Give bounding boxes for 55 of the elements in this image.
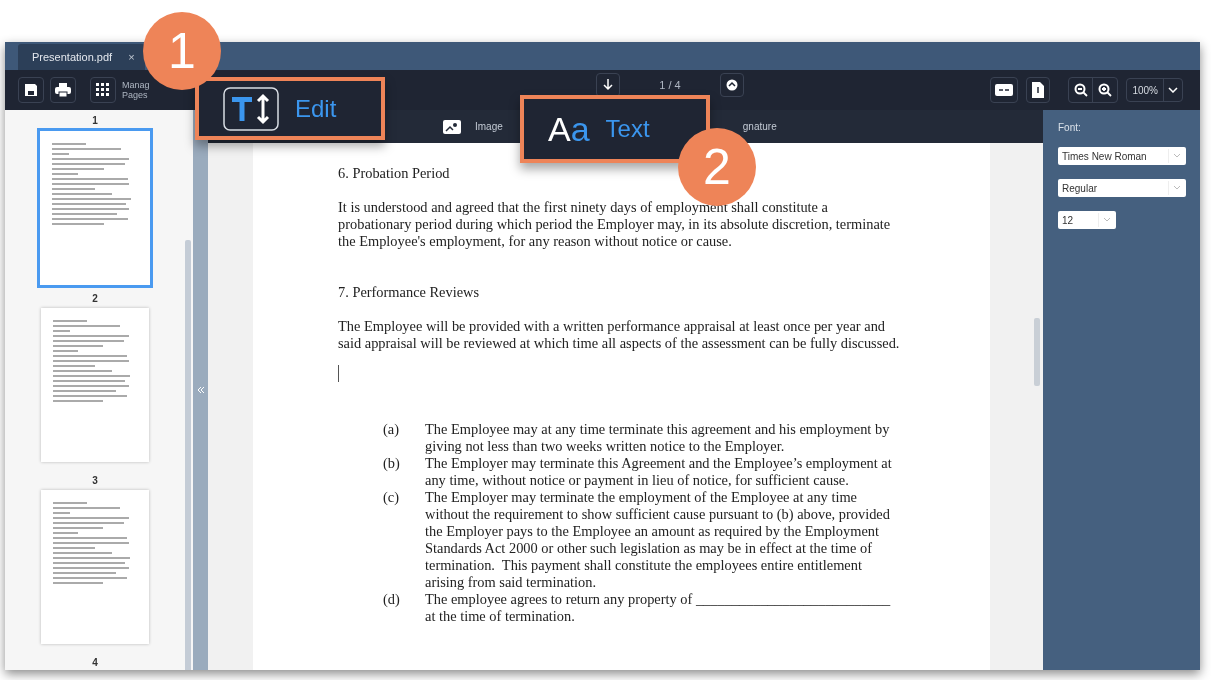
page-number: 1 [92,114,98,128]
list-label: (c) [383,489,400,507]
collapse-icon [196,386,205,394]
printer-icon [55,83,71,97]
page-number: 2 [92,292,98,306]
grid-icon [96,83,110,97]
font-size-dropdown[interactable]: 12 [1058,211,1116,229]
tab-title: Presentation.pdf [32,49,113,65]
save-button[interactable] [18,77,44,103]
list-label: (a) [383,421,400,439]
list-item-text: The Employee may at any time terminate this agreement and his employment by giving not less than two weeks written notice to the Employer. [425,421,890,455]
list-item-text: The employee agrees to return any property of ___________________________ at the time of termination. [425,591,891,625]
scrollbar-thumb[interactable] [1034,318,1040,386]
callout-label: Text [605,114,650,144]
list-item-text: The Employer may terminate this Agreement and the Employee’s employment at any time, without notice or payment in lieu of notice, for sufficient cause. [425,455,892,489]
scrollbar-thumb[interactable] [185,240,191,670]
page-number: 3 [92,474,98,488]
sidebar-collapse-bar[interactable] [193,110,208,670]
font-icon: Aa [548,111,590,147]
font-label: Font: [1058,121,1082,135]
text-cursor [338,365,339,382]
zoom-in-icon [1098,83,1113,97]
zoom-out-icon [1073,83,1088,97]
page-indicator: 1 / 4 [658,77,682,93]
save-icon [24,83,38,97]
fit-width-button[interactable] [990,77,1019,103]
section-heading: 6. Probation Period [338,165,451,182]
fit-width-icon [995,84,1014,96]
paragraph: The Employee will be provided with a written performance appraisal at least once per year and said appraisal will be reviewed at which time all aspects of the assessment can be fully discussed. [338,318,900,352]
page-thumbnail[interactable] [41,490,149,644]
tool-button[interactable]: Image [443,119,503,134]
previous-page-button[interactable] [719,73,744,97]
section-heading: 7. Performance Reviews [338,284,481,301]
zoom-dropdown[interactable]: 100% [1126,78,1183,102]
manage-pages-button[interactable] [90,77,116,103]
chevron-up-icon [725,79,738,91]
list-label: (b) [383,455,401,473]
image-icon [443,119,461,134]
arrow-down-icon [602,79,613,91]
font-family-dropdown[interactable]: Times New Roman [1058,147,1186,165]
font-style-dropdown[interactable]: Regular [1058,179,1186,197]
page-number: 4 [92,656,98,670]
page-thumbnail[interactable] [37,128,153,288]
page-icon [1032,82,1045,98]
close-icon[interactable]: × [128,48,135,66]
list-label: (d) [383,591,401,609]
fit-page-button[interactable] [1026,77,1051,103]
text-resize-icon [223,86,279,131]
list-item-text: The Employer may terminate the employment of the Employee at any time without the requirement to show sufficient cause pursuant to (b) above, provided the Employer pays to the Employee an amount as required by the Employment Standards Act 2000 or other such legislation as may be in effect at the time of termination. This payment shall constitute the employees entire entitlement arising from said termination. [425,489,890,591]
document-tab[interactable]: Presentation.pdf × [18,44,145,70]
print-button[interactable] [50,77,76,103]
chevron-down-icon [1168,87,1178,93]
manage-pages-label[interactable]: Manag Pages [122,80,150,100]
callout-label: Edit [295,93,337,124]
page-thumbnail[interactable] [41,308,149,462]
